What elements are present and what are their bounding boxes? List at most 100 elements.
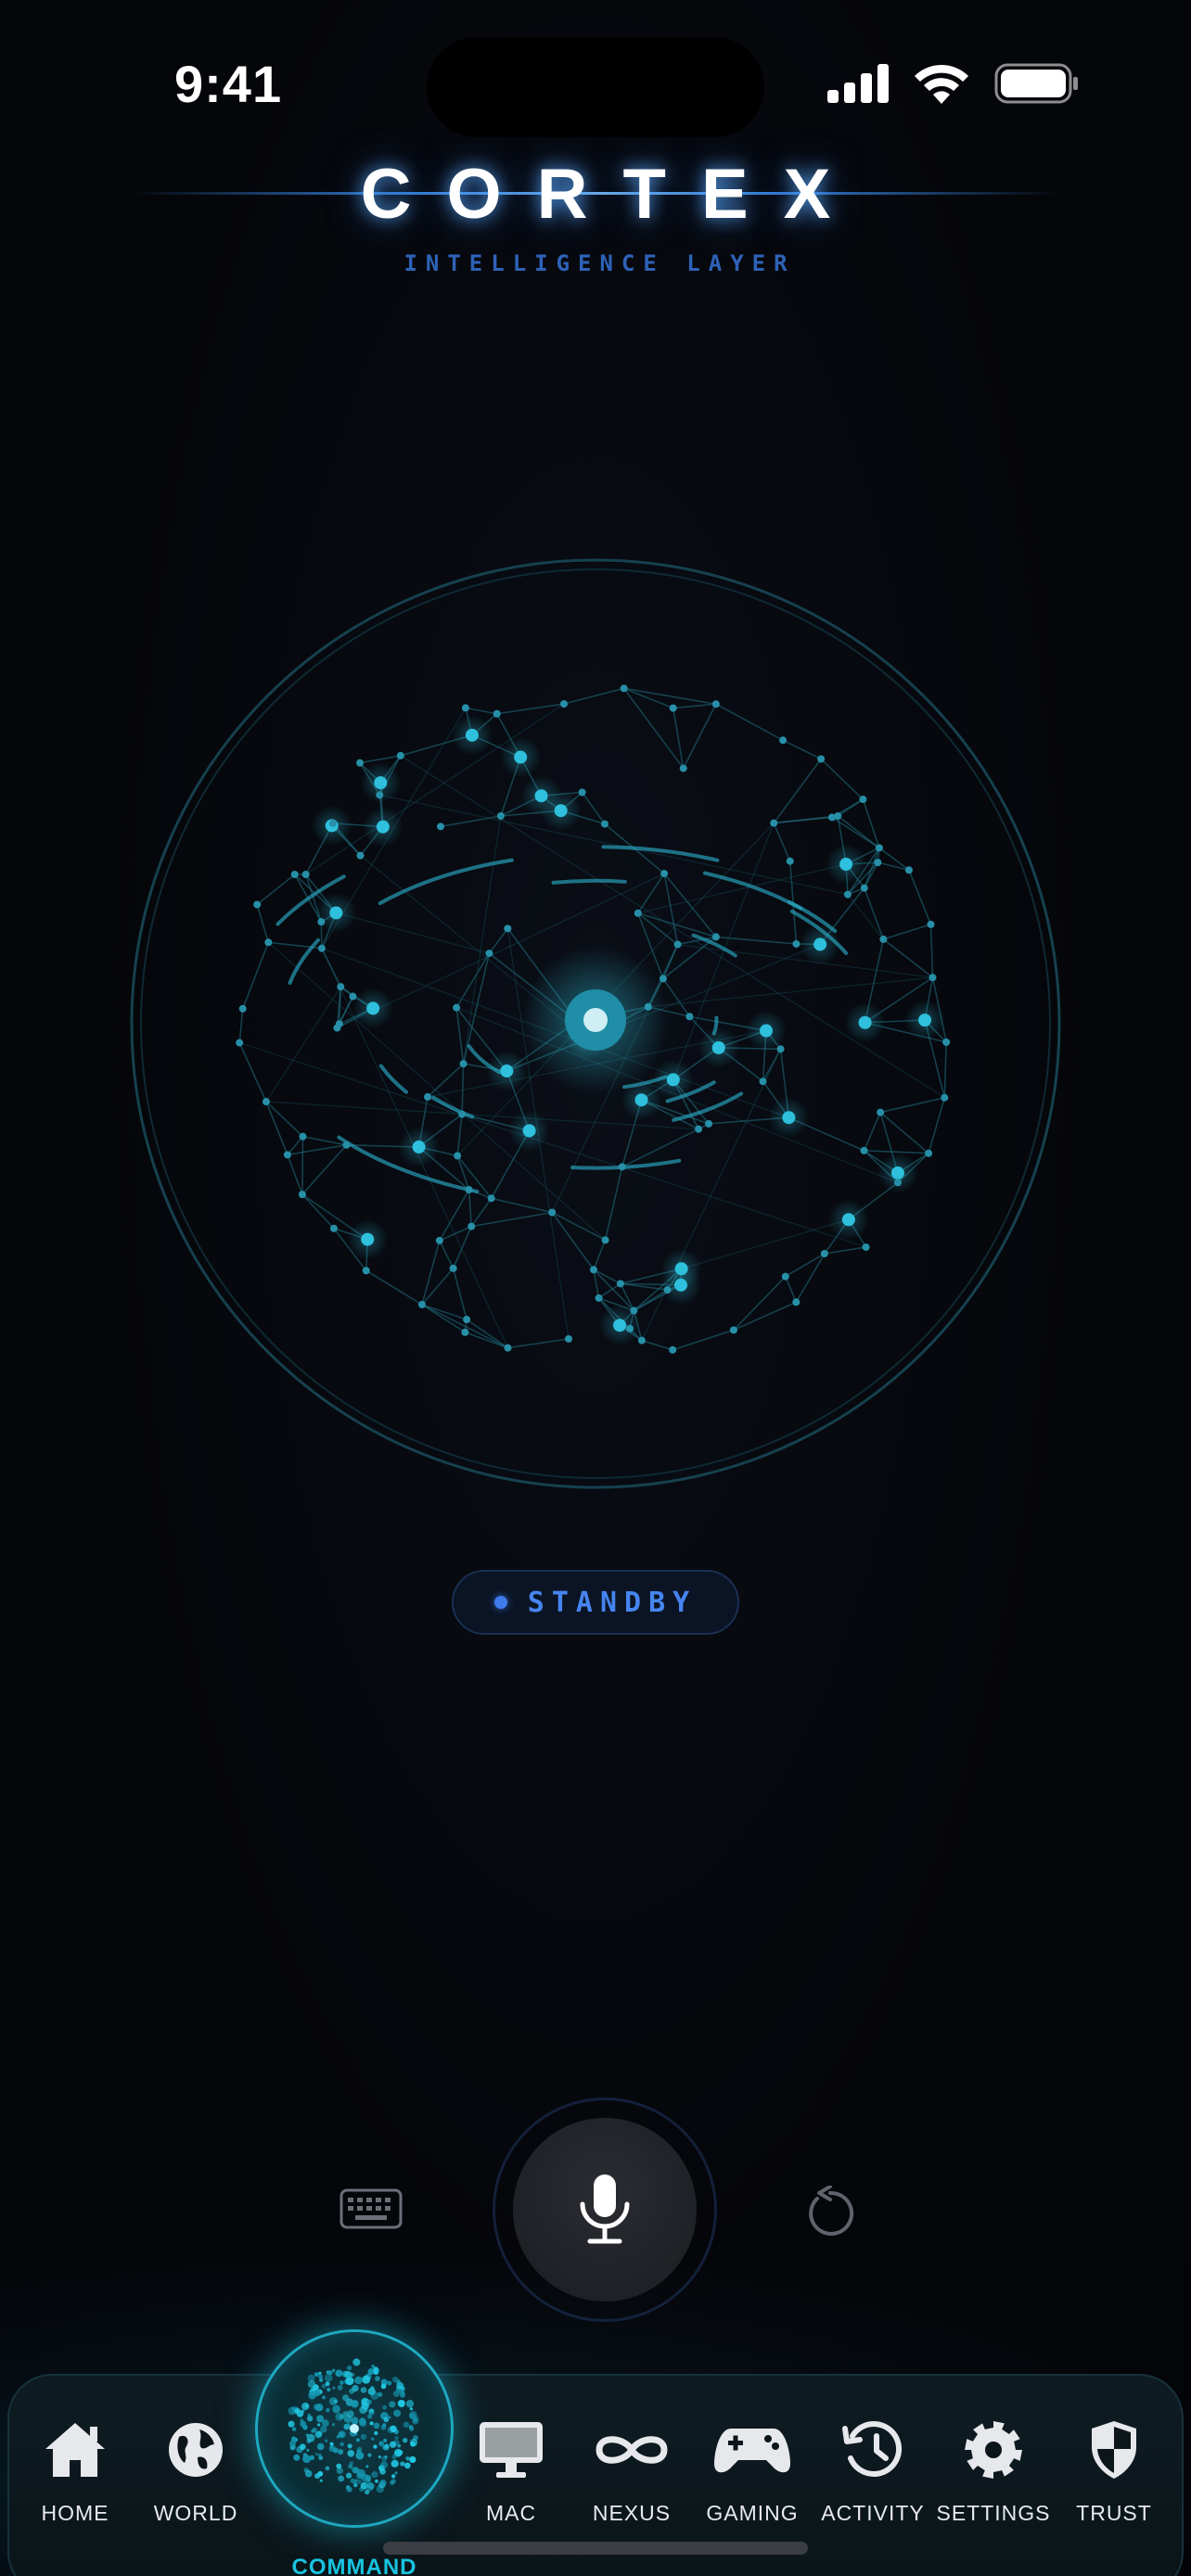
network-node (711, 933, 720, 941)
network-edge (943, 1041, 947, 1098)
orb-particle (314, 2430, 323, 2439)
orb-particle (350, 2372, 355, 2378)
app-title: CORTEX (360, 155, 866, 234)
orb-particle (390, 2425, 397, 2433)
network-node (376, 820, 390, 834)
network-edge (681, 1218, 850, 1269)
orb-particle (338, 2449, 344, 2455)
orb-particle (321, 2419, 329, 2428)
network-node (630, 1307, 638, 1315)
network-edge (427, 1063, 465, 1098)
tab-label: HOME (41, 2501, 109, 2525)
orb-particle (410, 2442, 416, 2447)
network-edge (287, 1144, 347, 1156)
orb-center (350, 2424, 359, 2433)
orb-particle (301, 2402, 310, 2411)
network-node (711, 700, 720, 708)
orb-particle (389, 2401, 396, 2408)
network-node (461, 704, 469, 712)
neural-network-orb[interactable] (128, 556, 1063, 1491)
network-node (253, 900, 262, 909)
network-node (918, 1014, 932, 1027)
network-node (342, 1141, 351, 1149)
tab-command[interactable] (255, 2329, 454, 2528)
tab-nexus[interactable]: NEXUS (571, 2416, 692, 2526)
network-node (634, 1093, 648, 1107)
network-node (417, 1300, 426, 1308)
orb-particle (362, 2375, 371, 2384)
orb-particle (349, 2388, 355, 2394)
network-edge (929, 924, 934, 978)
network-node (600, 820, 608, 828)
orb-particle (379, 2461, 389, 2469)
tab-label: MAC (485, 2501, 537, 2525)
network-node (236, 1039, 244, 1047)
network-node (504, 925, 512, 933)
orb-particle (375, 2479, 378, 2483)
network-edge (663, 873, 679, 945)
network-node (770, 819, 778, 827)
orb-particle (380, 2383, 387, 2390)
orb-particle (369, 2421, 374, 2426)
history-icon (842, 2421, 903, 2477)
orb-particle (380, 2424, 387, 2430)
orb-particle (398, 2450, 403, 2455)
orb-particle (349, 2460, 353, 2466)
network-node (841, 1213, 855, 1227)
network-node (376, 791, 384, 799)
tab-gaming[interactable]: GAMING (692, 2416, 813, 2526)
orb-particle (371, 2470, 378, 2479)
network-node (776, 1045, 785, 1053)
tab-trust[interactable]: TRUST (1054, 2416, 1174, 2526)
status-label: STANDBY (527, 1586, 698, 1619)
wifi-icon (915, 64, 968, 104)
network-node (467, 1222, 476, 1231)
network-node (361, 1232, 375, 1246)
network-node (590, 1266, 598, 1274)
signal-icon (827, 64, 889, 103)
network-edge (883, 924, 931, 940)
orb-particle (414, 2416, 419, 2421)
orb-particle (336, 2463, 342, 2469)
tab-home[interactable]: HOME (15, 2416, 135, 2526)
network-edge (256, 874, 296, 906)
orb-particle (360, 2433, 367, 2441)
tab-settings[interactable]: SETTINGS (933, 2416, 1054, 2526)
orb-particle (314, 2403, 324, 2412)
network-edge (301, 1193, 335, 1230)
orb-particle (338, 2430, 346, 2439)
tab-activity[interactable]: ACTIVITY (813, 2416, 933, 2526)
app-subtitle: INTELLIGENCE LAYER (403, 250, 796, 276)
orb-particle (383, 2417, 390, 2423)
status-icons (827, 63, 1080, 104)
reset-button[interactable] (800, 2181, 861, 2242)
shield-icon (1092, 2421, 1136, 2479)
orb-particle (335, 2369, 343, 2378)
orb-particle (318, 2371, 322, 2375)
network-node (500, 1064, 514, 1078)
orb-particle (347, 2443, 352, 2449)
network-node (862, 1243, 870, 1251)
orb-particle (296, 2410, 304, 2417)
tab-label: SETTINGS (936, 2501, 1051, 2525)
orb-particle (332, 2404, 340, 2414)
gamepad-icon (714, 2429, 790, 2473)
network-node (711, 1040, 725, 1054)
tab-world[interactable]: WORLD (135, 2416, 256, 2526)
network-node (453, 1003, 461, 1012)
network-node (578, 788, 586, 797)
keyboard-button[interactable] (336, 2181, 406, 2237)
network-edge (287, 1154, 303, 1195)
network-node (349, 992, 357, 1001)
network-node (860, 1146, 868, 1154)
tab-mac[interactable]: MAC (451, 2416, 571, 2526)
network-node (487, 1194, 495, 1203)
network-node (673, 940, 682, 949)
orb-particle (403, 2421, 410, 2429)
tab-command-label: COMMAND (291, 2555, 417, 2576)
network-node (435, 1236, 443, 1244)
network-node (759, 1078, 767, 1086)
orb-particle (394, 2471, 398, 2475)
orb-particle (409, 2455, 416, 2464)
network-node (941, 1093, 949, 1102)
